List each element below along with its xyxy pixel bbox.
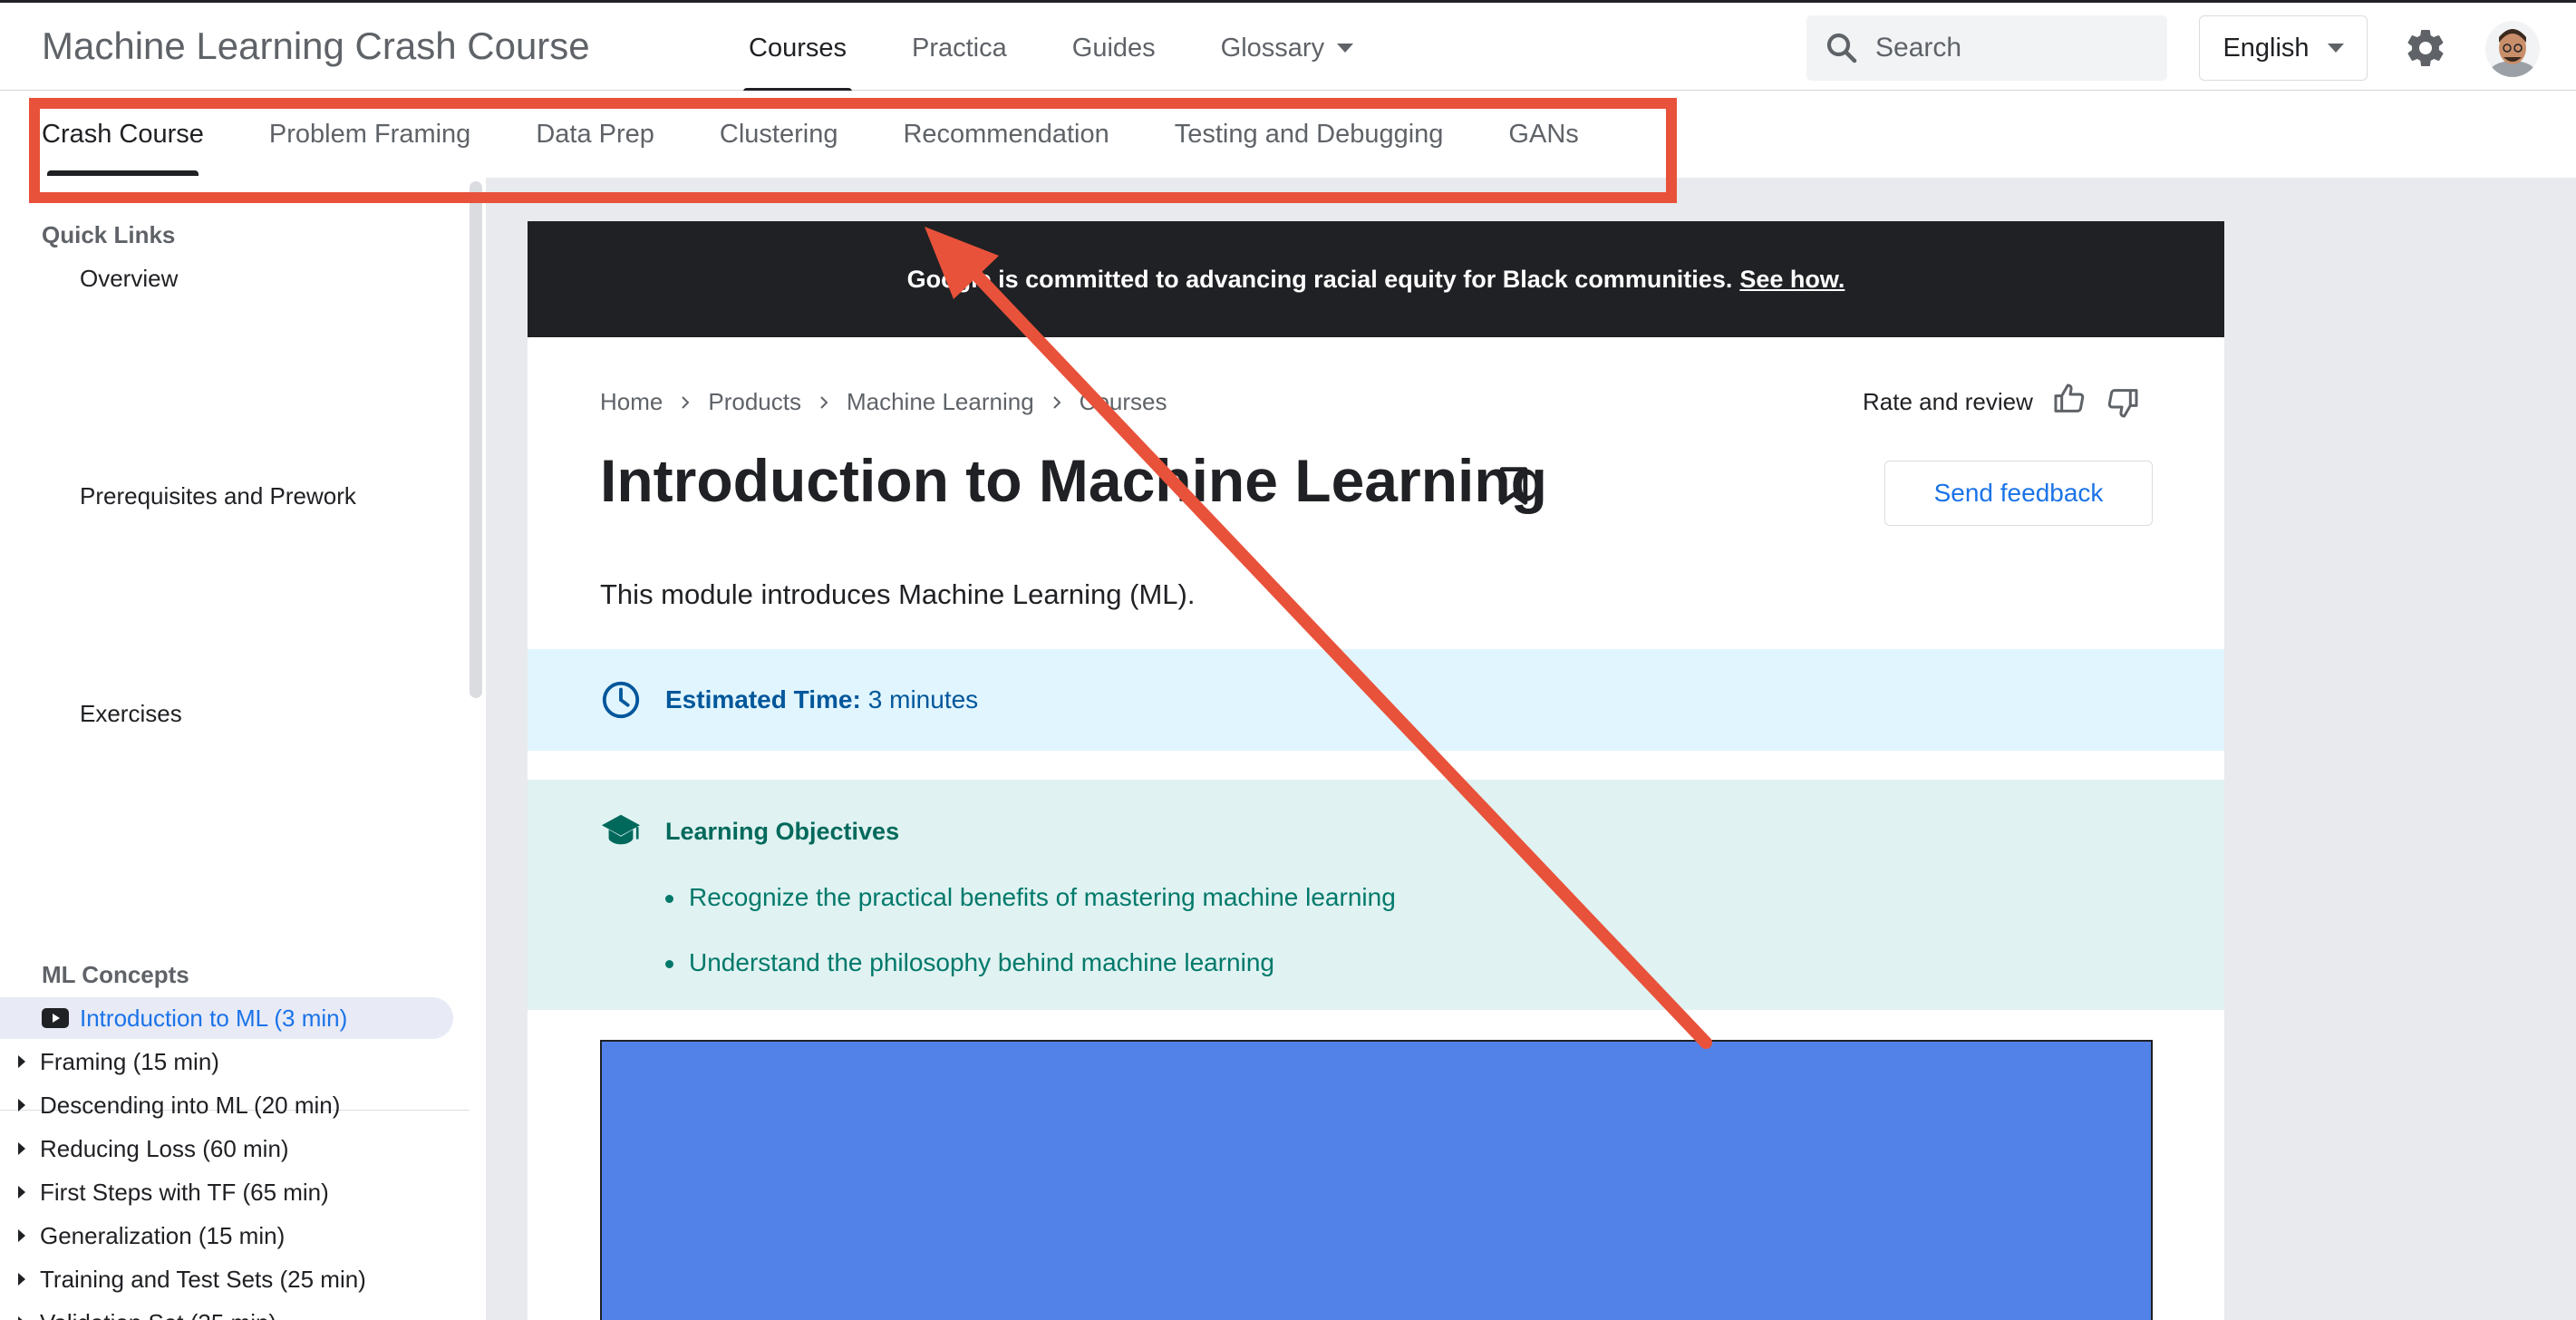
chevron-right-icon xyxy=(682,395,690,409)
breadcrumb: Home Products Machine Learning Courses xyxy=(600,388,1167,416)
sub-nav-label: Testing and Debugging xyxy=(1174,119,1444,149)
banner-link[interactable]: See how. xyxy=(1739,266,1845,294)
sub-nav-gans[interactable]: GANs xyxy=(1508,91,1578,178)
top-nav-courses[interactable]: Courses xyxy=(716,3,879,93)
intro-text: This module introduces Machine Learning … xyxy=(600,578,1196,610)
sidebar-item-label: Descending into ML (20 min) xyxy=(40,1091,341,1119)
rate-and-review-label: Rate and review xyxy=(1863,388,2033,415)
thumb-up-icon[interactable] xyxy=(2051,381,2087,417)
sidebar-item-label: Introduction to ML (3 min) xyxy=(80,1004,348,1032)
sub-nav: Crash Course Problem Framing Data Prep C… xyxy=(0,91,2576,178)
sub-nav-data-prep[interactable]: Data Prep xyxy=(536,91,654,178)
ml-concepts-heading: ML Concepts xyxy=(42,961,189,988)
gear-icon[interactable] xyxy=(2404,26,2447,70)
sub-nav-label: Clustering xyxy=(719,119,838,149)
objective-item: Understand the philosophy behind machine… xyxy=(665,948,1274,976)
sidebar-item-training-and-test-sets[interactable]: Training and Test Sets (25 min) xyxy=(0,1258,366,1300)
top-nav-label: Guides xyxy=(1071,33,1156,63)
sidebar-item-first-steps-with-tf[interactable]: First Steps with TF (65 min) xyxy=(0,1171,329,1213)
left-sidebar: Quick Links Overview Prerequisites and P… xyxy=(0,178,486,1320)
sidebar-item-overview[interactable]: Overview xyxy=(80,265,178,293)
breadcrumb-home[interactable]: Home xyxy=(600,388,663,416)
thumb-down-icon[interactable] xyxy=(2105,384,2141,421)
sub-nav-clustering[interactable]: Clustering xyxy=(720,91,838,178)
expand-arrow-icon xyxy=(18,1229,25,1242)
chevron-right-icon xyxy=(1052,395,1061,409)
youtube-icon xyxy=(42,1008,69,1028)
top-nav-label: Courses xyxy=(749,33,847,63)
breadcrumb-machine-learning[interactable]: Machine Learning xyxy=(847,388,1034,416)
site-title[interactable]: Machine Learning Crash Course xyxy=(42,24,590,68)
expand-arrow-icon xyxy=(18,1055,25,1068)
search-icon xyxy=(1826,33,1857,63)
top-nav-label: Practica xyxy=(912,33,1007,63)
top-nav-glossary[interactable]: Glossary xyxy=(1188,3,1386,93)
sidebar-item-label: Generalization (15 min) xyxy=(40,1221,286,1249)
estimated-time-box: Estimated Time: 3 minutes xyxy=(528,649,2224,751)
sub-nav-label: Problem Framing xyxy=(268,119,471,149)
sidebar-item-generalization[interactable]: Generalization (15 min) xyxy=(0,1215,285,1257)
sub-nav-recommendation[interactable]: Recommendation xyxy=(903,91,1109,178)
objective-item: Recognize the practical benefits of mast… xyxy=(665,883,1396,911)
bookmark-icon[interactable] xyxy=(1496,466,1532,506)
equity-banner: Google is committed to advancing racial … xyxy=(528,221,2224,337)
sub-nav-label: Crash Course xyxy=(42,119,204,149)
content-card: Home Products Machine Learning Courses R… xyxy=(528,337,2224,1320)
page-title: Introduction to Machine Learning xyxy=(600,447,1547,514)
estimated-time-value: 3 minutes xyxy=(867,685,979,713)
top-nav-practica[interactable]: Practica xyxy=(879,3,1040,93)
top-nav-label: Glossary xyxy=(1220,33,1325,63)
sub-nav-crash-course[interactable]: Crash Course xyxy=(42,91,204,178)
send-feedback-button[interactable]: Send feedback xyxy=(1884,461,2153,526)
avatar[interactable] xyxy=(2485,21,2540,77)
chevron-down-icon xyxy=(2327,44,2344,53)
language-label: English xyxy=(2223,33,2310,63)
sidebar-item-label: First Steps with TF (65 min) xyxy=(40,1178,329,1206)
expand-arrow-icon xyxy=(18,1142,25,1155)
expand-arrow-icon xyxy=(18,1186,25,1199)
sub-nav-testing-and-debugging[interactable]: Testing and Debugging xyxy=(1175,91,1444,178)
sidebar-item-label: Validation Set (35 min) xyxy=(40,1309,276,1320)
video-player[interactable] xyxy=(600,1040,2153,1320)
expand-arrow-icon xyxy=(18,1273,25,1286)
top-nav: Courses Practica Guides Glossary xyxy=(716,3,1386,93)
sidebar-item-descending-into-ml[interactable]: Descending into ML (20 min) xyxy=(0,1084,340,1126)
top-header: Machine Learning Crash Course Courses Pr… xyxy=(0,0,2576,93)
sidebar-item-label: Reducing Loss (60 min) xyxy=(40,1134,289,1162)
chevron-right-icon xyxy=(820,395,828,409)
chevron-down-icon xyxy=(1337,44,1354,53)
banner-text: Google is committed to advancing racial … xyxy=(906,265,1733,293)
quick-links-heading: Quick Links xyxy=(42,221,176,248)
learning-objectives-title: Learning Objectives xyxy=(665,818,900,845)
sidebar-item-reducing-loss[interactable]: Reducing Loss (60 min) xyxy=(0,1128,289,1170)
learning-objectives-box: Learning Objectives Recognize the practi… xyxy=(528,780,2224,1010)
sidebar-item-label: Training and Test Sets (25 min) xyxy=(40,1265,366,1293)
expand-arrow-icon xyxy=(18,1316,25,1320)
language-select[interactable]: English xyxy=(2199,15,2368,81)
clock-icon xyxy=(602,681,640,719)
sidebar-item-prerequisites[interactable]: Prerequisites and Prework xyxy=(80,482,356,510)
sub-nav-label: GANs xyxy=(1508,119,1579,149)
sub-nav-problem-framing[interactable]: Problem Framing xyxy=(269,91,470,178)
expand-arrow-icon xyxy=(18,1099,25,1111)
breadcrumb-courses[interactable]: Courses xyxy=(1080,388,1167,416)
sidebar-item-label: Framing (15 min) xyxy=(40,1047,219,1075)
sidebar-item-exercises[interactable]: Exercises xyxy=(80,700,182,728)
sub-nav-label: Data Prep xyxy=(536,119,654,149)
search-box[interactable] xyxy=(1806,15,2167,81)
sidebar-item-validation-set[interactable]: Validation Set (35 min) xyxy=(0,1302,276,1320)
sub-nav-label: Recommendation xyxy=(903,119,1109,149)
estimated-time-label: Estimated Time: xyxy=(665,685,861,713)
sidebar-item-framing[interactable]: Framing (15 min) xyxy=(0,1041,219,1082)
graduation-cap-icon xyxy=(601,814,641,845)
sidebar-item-introduction-to-ml[interactable]: Introduction to ML (3 min) xyxy=(0,997,453,1039)
sidebar-scrollbar[interactable] xyxy=(470,181,482,698)
top-nav-guides[interactable]: Guides xyxy=(1040,3,1188,93)
search-input[interactable] xyxy=(1875,33,2147,63)
breadcrumb-products[interactable]: Products xyxy=(708,388,801,416)
